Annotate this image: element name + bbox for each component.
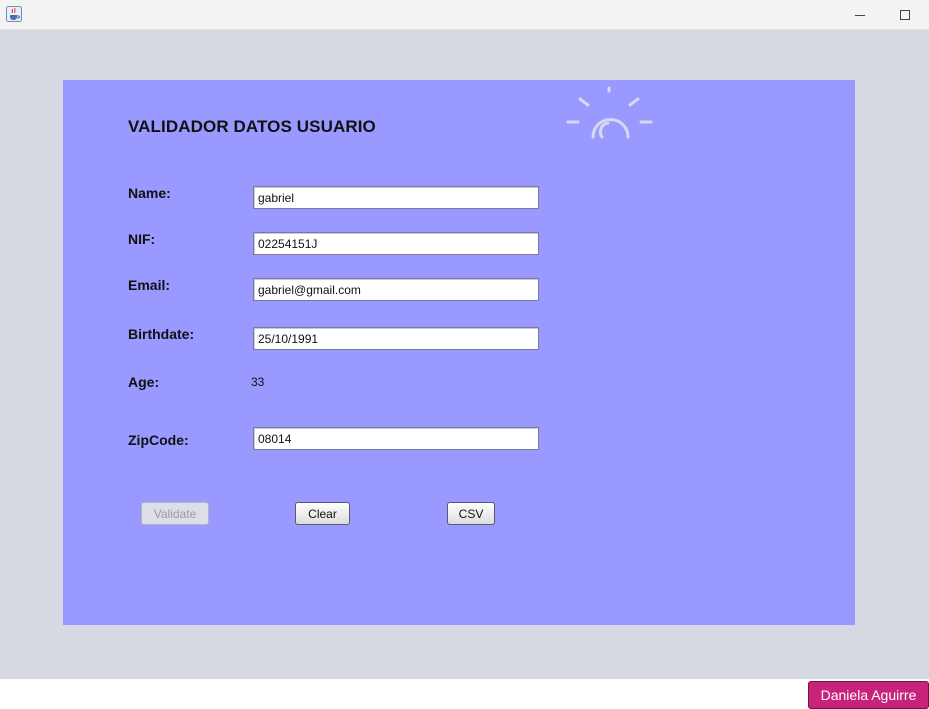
- lightbulb-icon: [566, 86, 653, 139]
- zipcode-input[interactable]: [253, 427, 539, 450]
- email-label: Email:: [128, 277, 171, 293]
- validate-button[interactable]: Validate: [141, 502, 209, 525]
- maximize-button[interactable]: [882, 0, 928, 30]
- nif-label: NIF:: [128, 231, 156, 247]
- maximize-icon: [900, 10, 910, 20]
- age-label: Age:: [128, 374, 160, 390]
- csv-button[interactable]: CSV: [447, 502, 495, 525]
- minimize-icon: [855, 14, 865, 16]
- clear-button[interactable]: Clear: [295, 502, 350, 525]
- user-badge[interactable]: Daniela Aguirre: [808, 681, 929, 709]
- form-panel: VALIDADOR DATOS USUARIO Name: NIF: Email…: [63, 80, 855, 625]
- java-cup-icon: [6, 6, 22, 22]
- birthdate-label: Birthdate:: [128, 326, 195, 342]
- zipcode-label: ZipCode:: [128, 432, 189, 448]
- name-label: Name:: [128, 185, 171, 201]
- email-input[interactable]: [253, 278, 539, 301]
- birthdate-input[interactable]: [253, 327, 539, 350]
- window-content: VALIDADOR DATOS USUARIO Name: NIF: Email…: [0, 30, 929, 679]
- name-input[interactable]: [253, 186, 539, 209]
- form-title: VALIDADOR DATOS USUARIO: [128, 117, 376, 136]
- minimize-button[interactable]: [837, 0, 883, 30]
- age-value: 33: [251, 375, 265, 389]
- title-bar: [0, 0, 929, 30]
- nif-input[interactable]: [253, 232, 539, 255]
